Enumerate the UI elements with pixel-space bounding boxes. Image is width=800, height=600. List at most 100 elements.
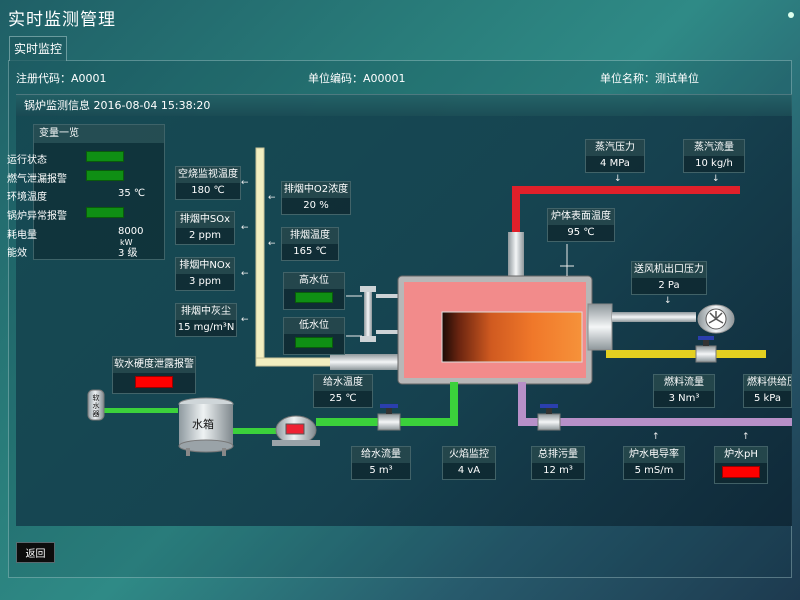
o2-box: 排烟中O2浓度 20 % <box>281 181 351 215</box>
o2-label: 排烟中O2浓度 <box>282 182 350 198</box>
feed-flow-label: 给水流量 <box>352 447 410 463</box>
dust-value: 15 mg/m³N <box>177 322 235 333</box>
feed-temp-value: 25 ℃ <box>329 393 357 404</box>
high-level-box: 高水位 <box>283 272 345 310</box>
flame-label: 火焰监控 <box>443 447 495 463</box>
fuel-pipe <box>606 350 766 358</box>
back-button[interactable]: 返回 <box>16 542 55 563</box>
arrow-up-icon: ↑ <box>742 432 750 442</box>
ambient-temp-value: 35 ℃ <box>118 188 146 199</box>
flue-temp-label: 排烟温度 <box>282 228 338 244</box>
softener-pipe <box>104 408 178 413</box>
flue-temp-value: 165 ℃ <box>293 246 327 257</box>
fuel-pressure-label: 燃料供给压力 <box>744 375 791 391</box>
steam-pressure-box: 蒸汽压力 4 MPa <box>585 139 645 173</box>
boiler-alarm-indicator <box>86 207 124 218</box>
blowdown-label: 总排污量 <box>532 447 584 463</box>
feed-pipe-vertical <box>450 382 458 424</box>
arrow-left-icon: ← <box>268 193 276 203</box>
run-status-indicator <box>86 151 124 162</box>
air-temp-box: 空烧监视温度 180 ℃ <box>175 166 241 200</box>
fuel-flow-value: 3 Nm³ <box>668 393 700 404</box>
arrow-left-icon: ← <box>241 223 249 233</box>
var-label-run-status: 运行状态 <box>7 155 47 166</box>
conductivity-value: 5 mS/m <box>634 465 674 476</box>
blowdown-value: 12 m³ <box>543 465 573 476</box>
high-level-label: 高水位 <box>284 273 344 289</box>
arrow-down-icon: ↓ <box>712 174 720 184</box>
steam-flow-label: 蒸汽流量 <box>684 140 744 156</box>
arrow-left-icon: ← <box>241 178 249 188</box>
exhaust-connector <box>330 354 398 370</box>
fan-pressure-box: 送风机出口压力 2 Pa <box>631 261 707 295</box>
steam-pipe-horizontal <box>512 186 740 194</box>
surface-temp-value: 95 ℃ <box>567 227 595 238</box>
gas-leak-indicator <box>86 170 124 181</box>
feed-temp-label: 给水温度 <box>314 375 372 391</box>
surface-temp-label: 炉体表面温度 <box>548 209 614 225</box>
var-label-ambient-temp: 环境温度 <box>7 192 47 203</box>
var-label-gas-leak: 燃气泄漏报警 <box>7 174 67 185</box>
high-level-indicator <box>295 292 333 303</box>
feed-temp-box: 给水温度 25 ℃ <box>313 374 373 408</box>
var-label-power: 耗电量 <box>7 230 37 241</box>
flame-box: 火焰监控 4 vA <box>442 446 496 480</box>
fuel-flow-label: 燃料流量 <box>654 375 714 391</box>
power-value: 8000 <box>118 226 144 237</box>
ph-box: 炉水pH <box>714 446 768 484</box>
conductivity-box: 炉水电导率 5 mS/m <box>623 446 685 480</box>
variable-list: 变量一览 <box>33 124 165 260</box>
nox-box: 排烟中NOx 3 ppm <box>175 257 235 291</box>
low-level-label: 低水位 <box>284 318 344 334</box>
softener-label: 软水器 <box>92 394 100 418</box>
water-tank-label: 水箱 <box>192 418 214 431</box>
level-gauge <box>364 288 372 340</box>
so2-label: 排烟中SOx <box>176 212 234 228</box>
o2-value: 20 % <box>303 200 329 211</box>
dust-box: 排烟中灰尘 15 mg/m³N <box>175 303 237 337</box>
blowdown-box: 总排污量 12 m³ <box>531 446 585 480</box>
ph-label: 炉水pH <box>715 447 767 463</box>
fuel-pressure-box: 燃料供给压力 5 kPa <box>743 374 792 408</box>
dust-label: 排烟中灰尘 <box>176 304 236 320</box>
soft-water-alarm-indicator <box>135 376 173 388</box>
steam-pressure-label: 蒸汽压力 <box>586 140 644 156</box>
feed-flow-box: 给水流量 5 m³ <box>351 446 411 480</box>
low-level-box: 低水位 <box>283 317 345 355</box>
steam-flow-box: 蒸汽流量 10 kg/h <box>683 139 745 173</box>
so2-value: 2 ppm <box>189 230 221 241</box>
exhaust-pipe <box>255 147 265 367</box>
feed-flow-value: 5 m³ <box>369 465 393 476</box>
soft-water-alarm-box: 软水硬度泄露报警 <box>112 356 196 394</box>
conductivity-label: 炉水电导率 <box>624 447 684 463</box>
tank-outlet-pipe <box>232 428 280 434</box>
so2-box: 排烟中SOx 2 ppm <box>175 211 235 245</box>
steam-pressure-value: 4 MPa <box>600 158 630 169</box>
steam-outlet <box>508 232 524 280</box>
boiler-diagram <box>87 147 792 456</box>
fan-pressure-label: 送风机出口压力 <box>632 262 706 278</box>
burner <box>587 303 613 351</box>
fuel-flow-box: 燃料流量 3 Nm³ <box>653 374 715 408</box>
nox-label: 排烟中NOx <box>176 258 234 274</box>
arrow-left-icon: ← <box>241 315 249 325</box>
var-label-boiler-alarm: 锅炉异常报警 <box>7 211 67 222</box>
air-temp-value: 180 ℃ <box>191 185 225 196</box>
efficiency-value: 3 级 <box>118 248 138 259</box>
fan-pressure-value: 2 Pa <box>658 280 680 291</box>
fuel-pressure-value: 5 kPa <box>753 393 782 404</box>
ph-alarm-indicator <box>722 466 760 478</box>
low-level-indicator <box>295 337 333 348</box>
furnace-fire <box>441 311 583 363</box>
arrow-left-icon: ← <box>268 239 276 249</box>
arrow-down-icon: ↓ <box>614 174 622 184</box>
steam-flow-value: 10 kg/h <box>695 158 733 169</box>
arrow-down-icon: ↓ <box>664 296 672 306</box>
arrow-left-icon: ← <box>241 269 249 279</box>
nox-value: 3 ppm <box>189 276 221 287</box>
arrow-up-icon: ↑ <box>652 432 660 442</box>
flame-value: 4 vA <box>457 465 481 476</box>
soft-water-alarm-label: 软水硬度泄露报警 <box>113 357 195 373</box>
flue-temp-box: 排烟温度 165 ℃ <box>281 227 339 261</box>
variable-list-title: 变量一览 <box>34 125 164 143</box>
